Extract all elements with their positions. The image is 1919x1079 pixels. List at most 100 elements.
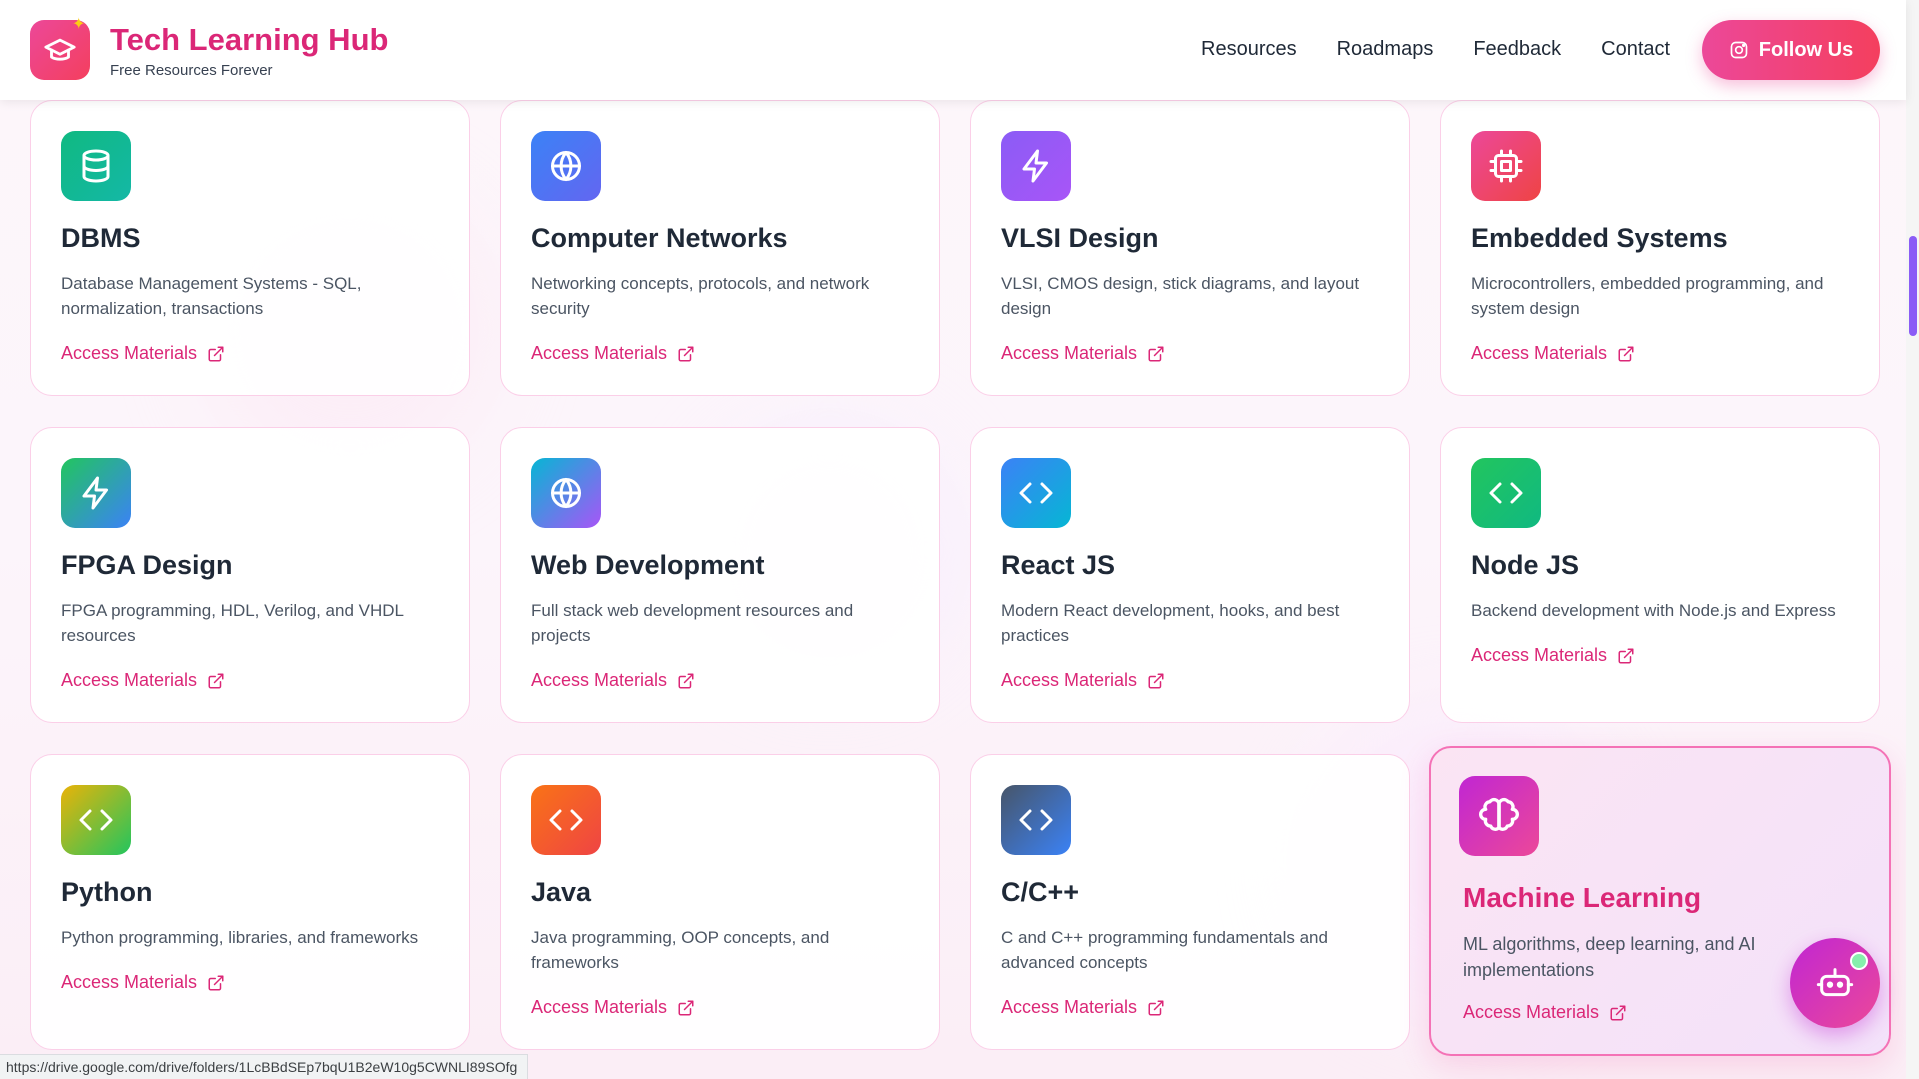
card-title: FPGA Design xyxy=(61,550,233,580)
nav-roadmaps[interactable]: Roadmaps xyxy=(1337,38,1434,61)
card-icon-box xyxy=(61,785,131,855)
card-description: ML algorithms, deep learning, and AI imp… xyxy=(1463,934,1756,980)
card-description: Database Management Systems - SQL, norma… xyxy=(61,274,362,318)
access-materials-label: Access Materials xyxy=(61,670,198,690)
code-icon xyxy=(1489,482,1523,504)
card-icon-box xyxy=(1001,131,1071,201)
nav-contact[interactable]: Contact xyxy=(1601,38,1670,61)
card-title: Node JS xyxy=(1471,550,1580,580)
external-link-icon xyxy=(1618,346,1634,361)
brand-title[interactable]: Tech Learning Hub xyxy=(110,22,388,58)
external-link-icon xyxy=(1148,346,1164,361)
card-title: Java xyxy=(531,877,592,907)
access-materials-link[interactable]: Access Materials xyxy=(531,997,695,1018)
brain-icon xyxy=(1479,797,1519,831)
card-icon-box xyxy=(1001,785,1071,855)
code-icon xyxy=(1019,809,1053,831)
card-icon-box xyxy=(1001,458,1071,528)
nav-feedback[interactable]: Feedback xyxy=(1473,38,1561,61)
card-description: Python programming, libraries, and frame… xyxy=(61,928,419,947)
card-title: React JS xyxy=(1001,550,1116,580)
external-link-icon xyxy=(1148,673,1164,688)
follow-us-button[interactable]: Follow Us xyxy=(1702,20,1880,80)
site-header: ✦ Tech Learning Hub Free Resources Forev… xyxy=(0,0,1906,100)
code-icon xyxy=(1019,482,1053,504)
card-description: VLSI, CMOS design, stick diagrams, and l… xyxy=(1001,274,1360,318)
card-description: Modern React development, hooks, and bes… xyxy=(1001,601,1340,645)
online-indicator xyxy=(1850,952,1868,970)
resource-card[interactable]: Java Java programming, OOP concepts, and … xyxy=(500,754,940,1050)
chatbot-button[interactable] xyxy=(1790,938,1880,1028)
external-link-icon xyxy=(678,346,694,361)
access-materials-label: Access Materials xyxy=(1001,670,1138,690)
access-materials-label: Access Materials xyxy=(531,670,668,690)
card-icon-box xyxy=(61,131,131,201)
sparkle-icon: ✦ xyxy=(72,16,86,33)
brand-subtitle: Free Resources Forever xyxy=(110,62,273,79)
resource-card[interactable]: Computer Networks Networking concepts, pr… xyxy=(500,100,940,396)
graduation-cap-icon xyxy=(44,38,76,61)
card-title: Computer Networks xyxy=(531,223,788,253)
lightning-icon xyxy=(82,476,108,510)
card-title: Web Development xyxy=(531,550,765,580)
status-bar-url: https://drive.google.com/drive/folders/1… xyxy=(0,1054,529,1079)
access-materials-link[interactable]: Access Materials xyxy=(1001,670,1165,691)
scrollbar-thumb[interactable] xyxy=(1909,236,1917,336)
follow-us-label: Follow Us xyxy=(1758,38,1854,61)
access-materials-link[interactable]: Access Materials xyxy=(61,670,225,691)
card-description: Networking concepts, protocols, and netw… xyxy=(531,274,870,318)
nav-resources[interactable]: Resources xyxy=(1201,38,1297,61)
external-link-icon xyxy=(208,346,224,361)
card-icon-box xyxy=(1471,458,1541,528)
access-materials-link[interactable]: Access Materials xyxy=(531,343,695,364)
resource-card[interactable]: C/C++ C and C++ programming fundamentals … xyxy=(970,754,1410,1050)
access-materials-link[interactable]: Access Materials xyxy=(1463,1002,1627,1023)
access-materials-label: Access Materials xyxy=(1001,343,1138,363)
card-description: Full stack web development resources and… xyxy=(531,601,854,645)
access-materials-link[interactable]: Access Materials xyxy=(61,343,225,364)
access-materials-label: Access Materials xyxy=(531,997,668,1017)
card-title: VLSI Design xyxy=(1001,223,1159,253)
access-materials-link[interactable]: Access Materials xyxy=(531,670,695,691)
cpu-icon xyxy=(1489,149,1523,183)
globe-icon xyxy=(551,478,581,508)
access-materials-link[interactable]: Access Materials xyxy=(61,972,225,993)
card-title: Embedded Systems xyxy=(1471,223,1728,253)
access-materials-label: Access Materials xyxy=(1001,997,1138,1017)
card-description: FPGA programming, HDL, Verilog, and VHDL… xyxy=(61,601,404,645)
card-description: Microcontrollers, embedded programming, … xyxy=(1471,274,1824,318)
resource-card[interactable]: FPGA Design FPGA programming, HDL, Verilo… xyxy=(30,427,470,723)
resource-card[interactable]: Python Python programming, libraries, and… xyxy=(30,754,470,1050)
access-materials-label: Access Materials xyxy=(1471,343,1608,363)
card-icon-box xyxy=(531,785,601,855)
resource-card[interactable]: React JS Modern React development, hooks,… xyxy=(970,427,1410,723)
card-description: Backend development with Node.js and Exp… xyxy=(1471,601,1836,620)
external-link-icon xyxy=(208,975,224,990)
access-materials-label: Access Materials xyxy=(531,343,668,363)
instagram-icon xyxy=(1730,41,1748,59)
globe-icon xyxy=(551,151,581,181)
resource-card[interactable]: Embedded Systems Microcontrollers, embedd… xyxy=(1440,100,1880,396)
resource-card[interactable]: DBMS Database Management Systems - SQL, n… xyxy=(30,100,470,396)
scrollbar[interactable] xyxy=(1906,0,1919,1079)
external-link-icon xyxy=(208,673,224,688)
resource-card[interactable]: VLSI Design VLSI, CMOS design, stick diag… xyxy=(970,100,1410,396)
card-title: Machine Learning xyxy=(1463,882,1702,913)
card-icon-box xyxy=(531,131,601,201)
resource-card[interactable]: Node JS Backend development with Node.js … xyxy=(1440,427,1880,723)
resource-card[interactable]: Web Development Full stack web developmen… xyxy=(500,427,940,723)
code-icon xyxy=(549,809,583,831)
access-materials-link[interactable]: Access Materials xyxy=(1001,997,1165,1018)
card-icon-box xyxy=(1459,776,1539,856)
card-icon-box xyxy=(1471,131,1541,201)
external-link-icon xyxy=(678,1000,694,1015)
external-link-icon xyxy=(1148,1000,1164,1015)
robot-icon xyxy=(1816,968,1854,997)
access-materials-link[interactable]: Access Materials xyxy=(1471,645,1635,666)
access-materials-link[interactable]: Access Materials xyxy=(1471,343,1635,364)
card-icon-box xyxy=(531,458,601,528)
card-title: Python xyxy=(61,877,153,907)
access-materials-label: Access Materials xyxy=(1463,1002,1600,1022)
card-title: DBMS xyxy=(61,223,141,253)
access-materials-link[interactable]: Access Materials xyxy=(1001,343,1165,364)
